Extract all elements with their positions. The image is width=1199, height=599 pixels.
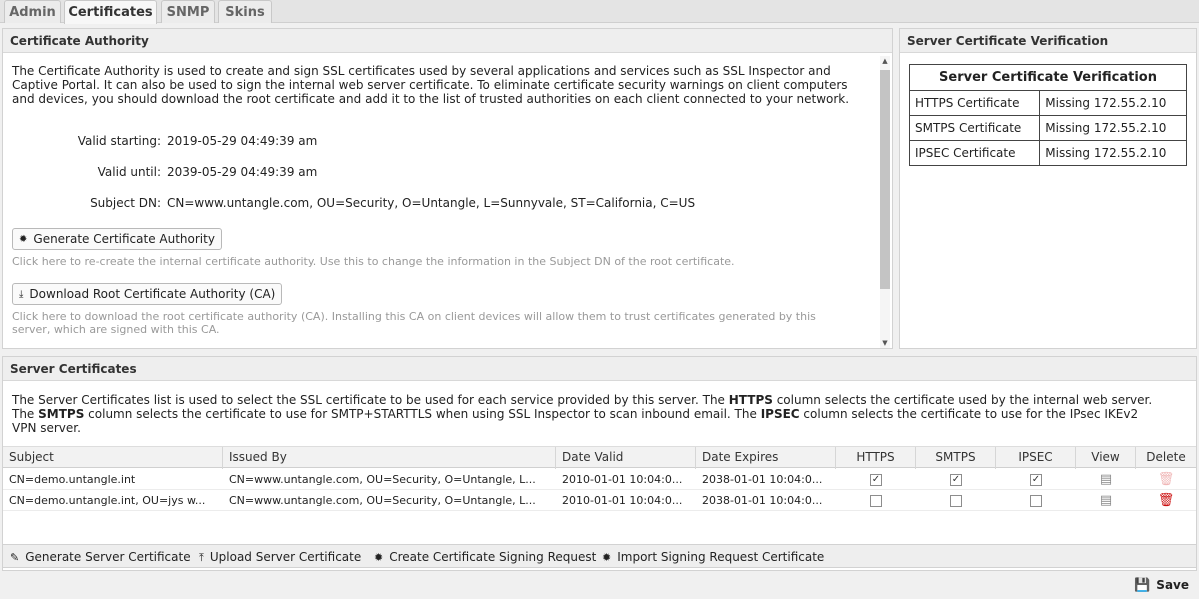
verification-status: Missing 172.55.2.10 [1039,90,1187,116]
verification-name: SMTPS Certificate [908,115,1041,141]
cell-smtps [916,490,996,511]
server-certificates-description: The Server Certificates list is used to … [12,393,1153,435]
scroll-down-icon[interactable]: ▼ [880,338,890,348]
server-certificates-toolbar: ✎ Generate Server Certificate ⤒ Upload Ser… [3,544,1196,568]
download-root-ca-label: Download Root Certificate Authority (CA) [29,287,276,301]
column-https[interactable]: HTTPS [836,447,916,469]
column-delete[interactable]: Delete [1136,447,1196,469]
generate-server-certificate-label: Generate Server Certificate [25,550,191,564]
ca-scrollbar[interactable]: ▲ ▼ [880,56,890,348]
verification-panel-title: Server Certificate Verification [900,29,1196,53]
cell-date-valid: 2010-01-01 10:04:0... [562,494,683,507]
generate-server-certificate-button[interactable]: ✎ Generate Server Certificate [10,545,191,569]
cell-ipsec: ✓ [996,469,1076,490]
cell-issued-by: CN=www.untangle.com, OU=Security, O=Unta… [229,494,536,507]
column-view[interactable]: View [1076,447,1136,469]
view-document-icon[interactable]: ▤ [1100,472,1112,487]
verification-table-title: Server Certificate Verification [909,64,1187,91]
cell-date-valid: 2010-01-01 10:04:0... [562,473,683,486]
gear-icon: ✹ [602,551,612,564]
subject-dn-value: CN=www.untangle.com, OU=Security, O=Unta… [167,196,696,210]
scroll-up-icon[interactable]: ▲ [880,56,890,66]
server-certificate-verification-panel: Server Certificate Verification Server C… [899,28,1197,349]
cell-view: ▤ [1076,469,1136,490]
subject-dn-label: Subject DN: [90,196,161,210]
smtps-checkbox[interactable]: ✓ [950,474,962,486]
table-row[interactable]: CN=demo.untangle.int CN=www.untangle.com… [3,469,1196,490]
https-checkbox[interactable] [870,495,882,507]
cell-delete: 🗑 [1136,490,1196,511]
verification-row: SMTPS Certificate Missing 172.55.2.10 [908,115,1187,141]
cell-https [836,490,916,511]
table-row[interactable]: CN=demo.untangle.int, OU=jys w... CN=www… [3,490,1196,511]
cell-smtps: ✓ [916,469,996,490]
column-issued-by[interactable]: Issued By [223,447,556,469]
upload-server-certificate-label: Upload Server Certificate [209,550,362,564]
column-smtps[interactable]: SMTPS [916,447,996,469]
column-subject[interactable]: Subject [3,447,223,469]
view-document-icon[interactable]: ▤ [1100,493,1112,508]
cell-subject: CN=demo.untangle.int [9,473,136,486]
valid-until-value: 2039-05-29 04:49:39 am [167,165,318,179]
create-csr-button[interactable]: ✹ Create Certificate Signing Request [374,545,596,569]
gear-icon: ✹ [374,551,384,564]
column-date-valid[interactable]: Date Valid [556,447,696,469]
upload-icon: ⤒ [199,551,204,564]
tab-admin[interactable]: Admin [4,0,61,23]
https-checkbox[interactable]: ✓ [870,474,882,486]
cell-date-expires: 2038-01-01 10:04:0... [702,494,823,507]
delete-trash-icon[interactable]: 🗑 [1158,472,1175,487]
upload-server-certificate-button[interactable]: ⤒ Upload Server Certificate [199,545,361,569]
cell-date-expires: 2038-01-01 10:04:0... [702,473,823,486]
valid-until-label: Valid until: [97,165,161,179]
server-certificates-title: Server Certificates [3,357,1196,381]
verification-status: Missing 172.55.2.10 [1039,115,1187,141]
verification-table: Server Certificate Verification HTTPS Ce… [908,64,1187,166]
save-button[interactable]: 💾 Save [1134,576,1189,594]
verification-row: IPSEC Certificate Missing 172.55.2.10 [908,140,1187,166]
cell-issued-by: CN=www.untangle.com, OU=Security, O=Unta… [229,473,536,486]
column-ipsec[interactable]: IPSEC [996,447,1076,469]
cell-ipsec [996,490,1076,511]
valid-starting-value: 2019-05-29 04:49:39 am [167,134,318,148]
generate-ca-help: Click here to re-create the internal cer… [12,255,735,268]
ca-description: The Certificate Authority is used to cre… [12,64,850,106]
generate-ca-button[interactable]: ✹ Generate Certificate Authority [12,228,222,250]
cell-https: ✓ [836,469,916,490]
tab-bar: Admin Certificates SNMP Skins [0,0,1199,24]
pencil-icon: ✎ [10,551,20,564]
save-label: Save [1156,578,1189,592]
verification-name: IPSEC Certificate [908,140,1041,166]
floppy-disk-icon: 💾 [1134,577,1151,593]
delete-trash-icon[interactable]: 🗑 [1158,493,1175,508]
generate-ca-label: Generate Certificate Authority [33,232,215,246]
certificate-authority-panel: Certificate Authority The Certificate Au… [2,28,893,349]
tab-skins[interactable]: Skins [218,0,272,23]
download-root-ca-button[interactable]: ⤓ Download Root Certificate Authority (C… [12,283,283,305]
column-date-expires[interactable]: Date Expires [696,447,836,469]
verification-name: HTTPS Certificate [908,90,1041,116]
download-icon: ⤓ [19,288,24,300]
certificate-authority-title: Certificate Authority [3,29,892,53]
gear-icon: ✹ [19,233,28,245]
tab-certificates[interactable]: Certificates [64,0,157,24]
smtps-checkbox[interactable] [950,495,962,507]
ipsec-checkbox[interactable]: ✓ [1030,474,1042,486]
ipsec-checkbox[interactable] [1030,495,1042,507]
valid-starting-label: Valid starting: [77,134,161,148]
download-root-ca-help: Click here to download the root certific… [12,310,816,336]
cell-view: ▤ [1076,490,1136,511]
verification-status: Missing 172.55.2.10 [1039,140,1187,166]
verification-row: HTTPS Certificate Missing 172.55.2.10 [908,90,1187,116]
create-csr-label: Create Certificate Signing Request [389,550,597,564]
cell-subject: CN=demo.untangle.int, OU=jys w... [9,494,206,507]
tab-snmp[interactable]: SNMP [161,0,215,23]
grid-header: Subject Issued By Date Valid Date Expire… [3,446,1196,469]
scroll-thumb[interactable] [880,70,890,289]
import-signing-request-button[interactable]: ✹ Import Signing Request Certificate [602,545,824,569]
cell-delete: 🗑 [1136,469,1196,490]
import-signing-request-label: Import Signing Request Certificate [617,550,825,564]
